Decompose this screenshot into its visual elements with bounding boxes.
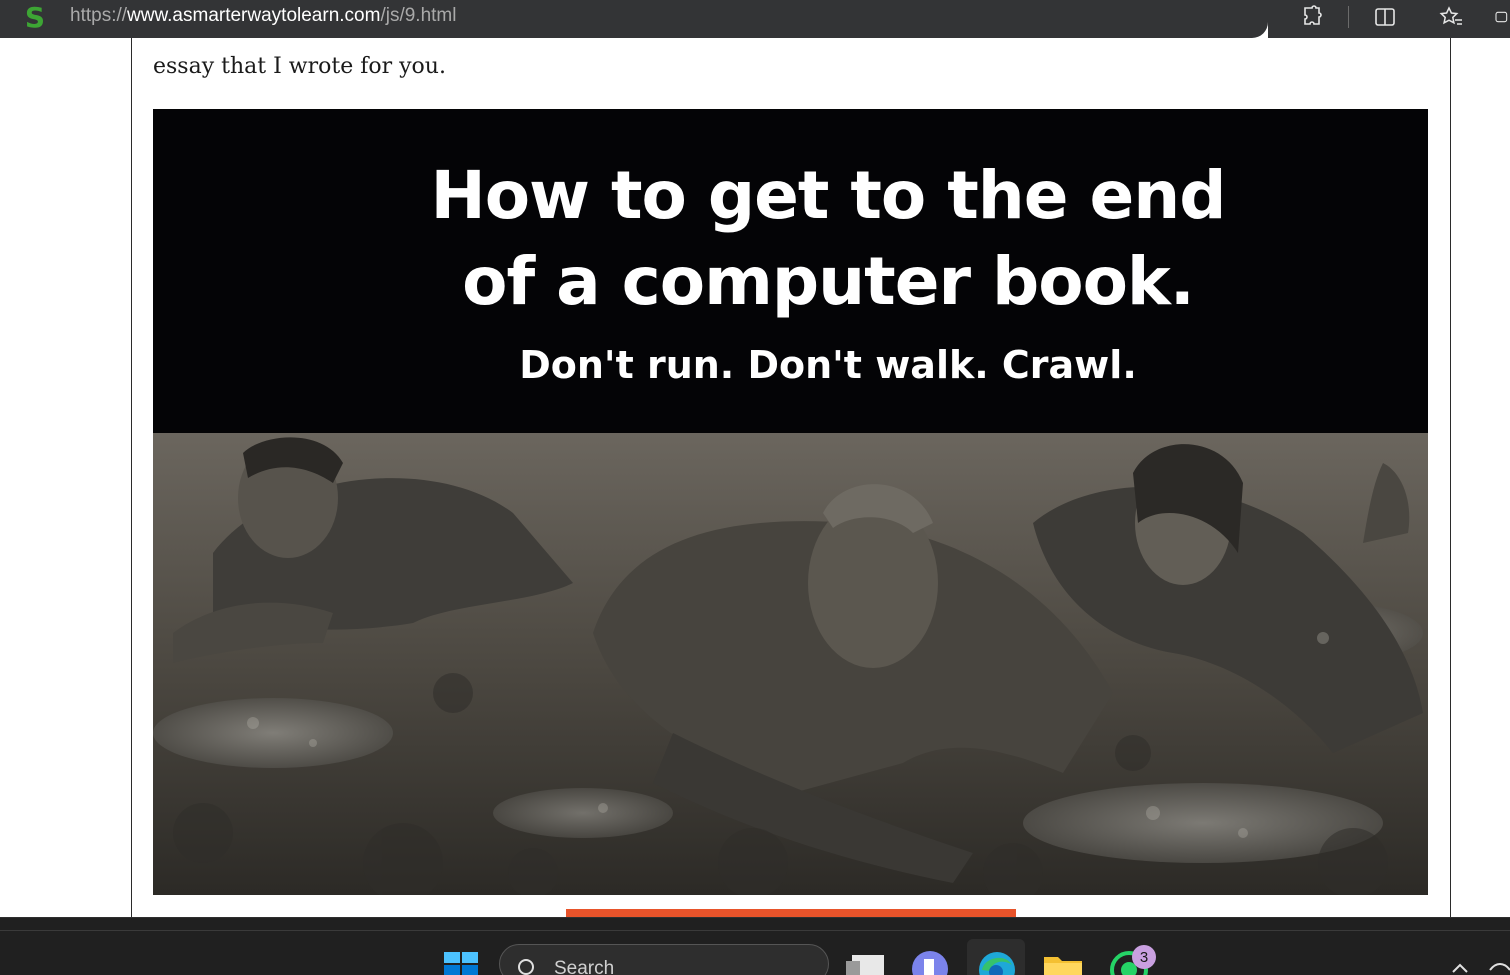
hero-title-line-1: How to get to the end	[430, 157, 1226, 234]
address-bar[interactable]: S https://www.asmarterwaytolearn.com/js/…	[0, 0, 1268, 38]
hero-subtitle: Don't run. Don't walk. Crawl.	[519, 343, 1137, 387]
extensions-icon[interactable]	[1297, 3, 1327, 31]
taskbar-divider	[0, 930, 1510, 931]
search-icon	[516, 957, 540, 975]
hero-title-line-2: of a computer book.	[462, 243, 1195, 320]
site-favicon-icon: S	[24, 0, 46, 34]
split-screen-icon[interactable]	[1370, 3, 1400, 31]
toolbar-divider	[1348, 6, 1349, 28]
url-text[interactable]: https://www.asmarterwaytolearn.com/js/9.…	[70, 5, 456, 27]
hero-title: How to get to the end of a computer book…	[153, 153, 1428, 325]
essay-text: essay that I wrote for you.	[153, 54, 446, 79]
show-hidden-icons-chevron-icon[interactable]	[1450, 960, 1470, 975]
clipped-text-line	[153, 38, 1303, 46]
taskbar-search-box[interactable]	[499, 944, 829, 975]
collections-icon[interactable]	[1494, 3, 1510, 31]
hero-image: How to get to the end of a computer book…	[153, 109, 1428, 895]
taskbar-search-label: Search	[554, 958, 615, 975]
task-view-icon[interactable]	[846, 953, 884, 975]
url-scheme: https://	[70, 5, 128, 26]
url-host: www.asmarterwaytolearn.com	[127, 5, 381, 26]
start-icon[interactable]	[444, 952, 478, 975]
mud-crawl-photo	[153, 433, 1428, 895]
edge-icon[interactable]	[978, 951, 1016, 975]
file-explorer-icon[interactable]	[1044, 953, 1082, 975]
whatsapp-notification-badge: 3	[1132, 945, 1156, 969]
wifi-icon[interactable]	[1488, 958, 1510, 975]
favorites-icon[interactable]	[1436, 3, 1466, 31]
teams-icon[interactable]	[912, 951, 948, 975]
url-path: /js/9.html	[380, 5, 457, 26]
